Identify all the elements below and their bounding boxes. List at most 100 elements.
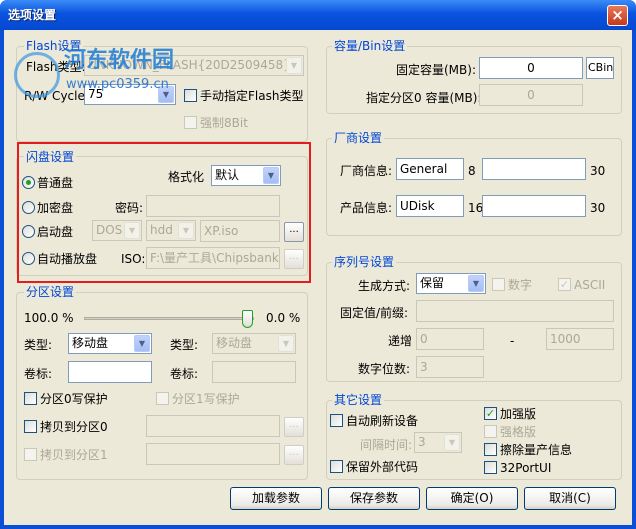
- boot-disk-label: 启动盘: [37, 225, 74, 239]
- watermark-logo: 河东软件园 www.pc0359.cn: [12, 48, 212, 108]
- other-settings-title: 其它设置: [332, 393, 385, 407]
- boot-file-input[interactable]: XP.iso: [200, 220, 280, 242]
- autoplay-disk-label: 自动播放盘: [37, 252, 98, 266]
- encrypt-disk-radio[interactable]: [22, 201, 35, 214]
- vendor-info-value: General: [400, 162, 448, 176]
- partition1-write-protect-checkbox[interactable]: [156, 392, 169, 405]
- product-info-input[interactable]: UDisk: [396, 195, 464, 217]
- force-8bit-checkbox[interactable]: [184, 116, 197, 129]
- partition-settings-title: 分区设置: [24, 285, 77, 299]
- product-info-label: 产品信息:: [340, 201, 393, 215]
- boot-os-select[interactable]: DOS ▼: [92, 220, 142, 241]
- fixed-capacity-input[interactable]: 0: [479, 57, 583, 79]
- partition0-type-label: 类型:: [24, 338, 53, 352]
- ok-button[interactable]: 确定(O): [426, 487, 518, 510]
- partition1-type-select[interactable]: 移动盘 ▼: [212, 333, 296, 354]
- chevron-down-icon: ▼: [468, 275, 484, 292]
- erase-info-checkbox[interactable]: [484, 443, 497, 456]
- chevron-down-icon: ▼: [286, 57, 302, 74]
- normal-disk-radio[interactable]: [22, 176, 35, 189]
- copy-to-partition1-browse-button[interactable]: ...: [284, 445, 304, 465]
- format-select[interactable]: 默认 ▼: [211, 165, 281, 186]
- refresh-interval-value: 3: [418, 435, 426, 449]
- vendor-info-input[interactable]: General: [396, 158, 464, 180]
- copy-to-partition0-checkbox[interactable]: [24, 420, 37, 433]
- fixed-capacity-value: 0: [527, 61, 535, 75]
- strong-format-label: 强格版: [500, 425, 537, 439]
- partition0-capacity-input[interactable]: 0: [479, 84, 583, 106]
- copy-to-partition0-input[interactable]: [146, 415, 280, 437]
- partition1-volume-label: 卷标:: [170, 367, 199, 381]
- product-info-extra-input[interactable]: [482, 195, 586, 217]
- serial-prefix-label: 固定值/前缀:: [340, 306, 409, 320]
- partition1-volume-input[interactable]: [212, 361, 296, 383]
- boot-file-browse-button[interactable]: ...: [284, 222, 304, 242]
- save-params-button[interactable]: 保存参数: [328, 487, 420, 510]
- partition1-write-protect-label: 分区1写保护: [172, 392, 240, 406]
- serial-increment-label: 递增: [388, 334, 413, 348]
- 32port-ui-checkbox[interactable]: [484, 461, 497, 474]
- keep-external-code-checkbox[interactable]: [330, 460, 343, 473]
- strong-format-checkbox[interactable]: [484, 425, 497, 438]
- serial-digits-checkbox[interactable]: [492, 278, 505, 291]
- vendor-info-max: 30: [590, 164, 606, 178]
- keep-external-code-label: 保留外部代码: [346, 460, 419, 474]
- partition0-write-protect-label: 分区0写保护: [40, 392, 108, 406]
- serial-increment-to-input[interactable]: 1000: [546, 328, 614, 350]
- partition-right-percent: 0.0 %: [266, 311, 301, 325]
- 32port-ui-label: 32PortUI: [500, 461, 552, 475]
- partition0-capacity-value: 0: [527, 88, 535, 102]
- serial-length-input[interactable]: 3: [416, 356, 484, 378]
- cancel-button[interactable]: 取消(C): [524, 487, 616, 510]
- watermark-emblem-icon: [14, 52, 60, 98]
- autoplay-disk-radio[interactable]: [22, 252, 35, 265]
- serial-mode-select[interactable]: 保留 ▼: [416, 273, 486, 294]
- serial-prefix-input[interactable]: [416, 300, 614, 322]
- load-params-button[interactable]: 加载参数: [230, 487, 322, 510]
- partition-slider-thumb[interactable]: [242, 310, 253, 328]
- force-8bit-label: 强制8Bit: [200, 116, 248, 130]
- serial-mode-value: 保留: [420, 276, 445, 290]
- partition0-type-select[interactable]: 移动盘 ▼: [68, 333, 152, 354]
- product-info-value: UDisk: [400, 199, 435, 213]
- title-bar[interactable]: 选项设置 ×: [0, 0, 636, 30]
- password-input[interactable]: [146, 195, 280, 217]
- encrypt-disk-label: 加密盘: [37, 201, 74, 215]
- dialog-client: Flash设置 Flash类型: UNKNOWN_FLASH{20D250945…: [4, 30, 632, 525]
- iso-path-input[interactable]: F:\量产工具\Chipsbank\C: [146, 247, 280, 269]
- auto-refresh-checkbox[interactable]: [330, 414, 343, 427]
- partition0-write-protect-checkbox[interactable]: [24, 392, 37, 405]
- enhanced-checkbox[interactable]: ✓: [484, 407, 497, 420]
- serial-increment-from-input[interactable]: 0: [416, 328, 484, 350]
- copy-to-partition1-input[interactable]: [146, 443, 280, 465]
- enhanced-label: 加强版: [500, 407, 537, 421]
- cbin-label: CBin: [588, 61, 614, 74]
- close-button[interactable]: ×: [607, 5, 628, 26]
- boot-disk-radio[interactable]: [22, 225, 35, 238]
- manual-flash-type-label: 手动指定Flash类型: [200, 89, 304, 103]
- copy-to-partition1-checkbox[interactable]: [24, 448, 37, 461]
- options-dialog: 选项设置 × Flash设置 Flash类型: UNKNOWN_FLASH{20…: [0, 0, 636, 529]
- serial-ascii-checkbox[interactable]: ✓: [558, 278, 571, 291]
- serial-increment-to-value: 1000: [550, 332, 581, 346]
- iso-browse-button[interactable]: ...: [284, 249, 304, 269]
- chevron-down-icon: ▼: [278, 335, 294, 352]
- serial-mode-label: 生成方式:: [358, 279, 411, 293]
- window-title: 选项设置: [8, 8, 57, 22]
- serial-settings-title: 序列号设置: [332, 255, 397, 269]
- iso-label: ISO:: [121, 252, 146, 266]
- cbin-button[interactable]: CBin: [586, 57, 614, 79]
- vendor-settings-title: 厂商设置: [332, 131, 385, 145]
- vendor-info-extra-input[interactable]: [482, 158, 586, 180]
- partition0-volume-input[interactable]: [68, 361, 152, 383]
- boot-disk-select[interactable]: hdd ▼: [146, 220, 196, 241]
- partition-slider-track[interactable]: [84, 310, 254, 328]
- serial-length-label: 数字位数:: [358, 362, 411, 376]
- chevron-down-icon: ▼: [134, 335, 150, 352]
- watermark-site: 河东软件园: [64, 48, 175, 73]
- boot-file-value: XP.iso: [204, 224, 239, 238]
- normal-disk-label: 普通盘: [37, 176, 74, 190]
- copy-to-partition0-browse-button[interactable]: ...: [284, 417, 304, 437]
- vendor-settings-group: [326, 138, 622, 236]
- refresh-interval-select[interactable]: 3 ▼: [414, 432, 462, 453]
